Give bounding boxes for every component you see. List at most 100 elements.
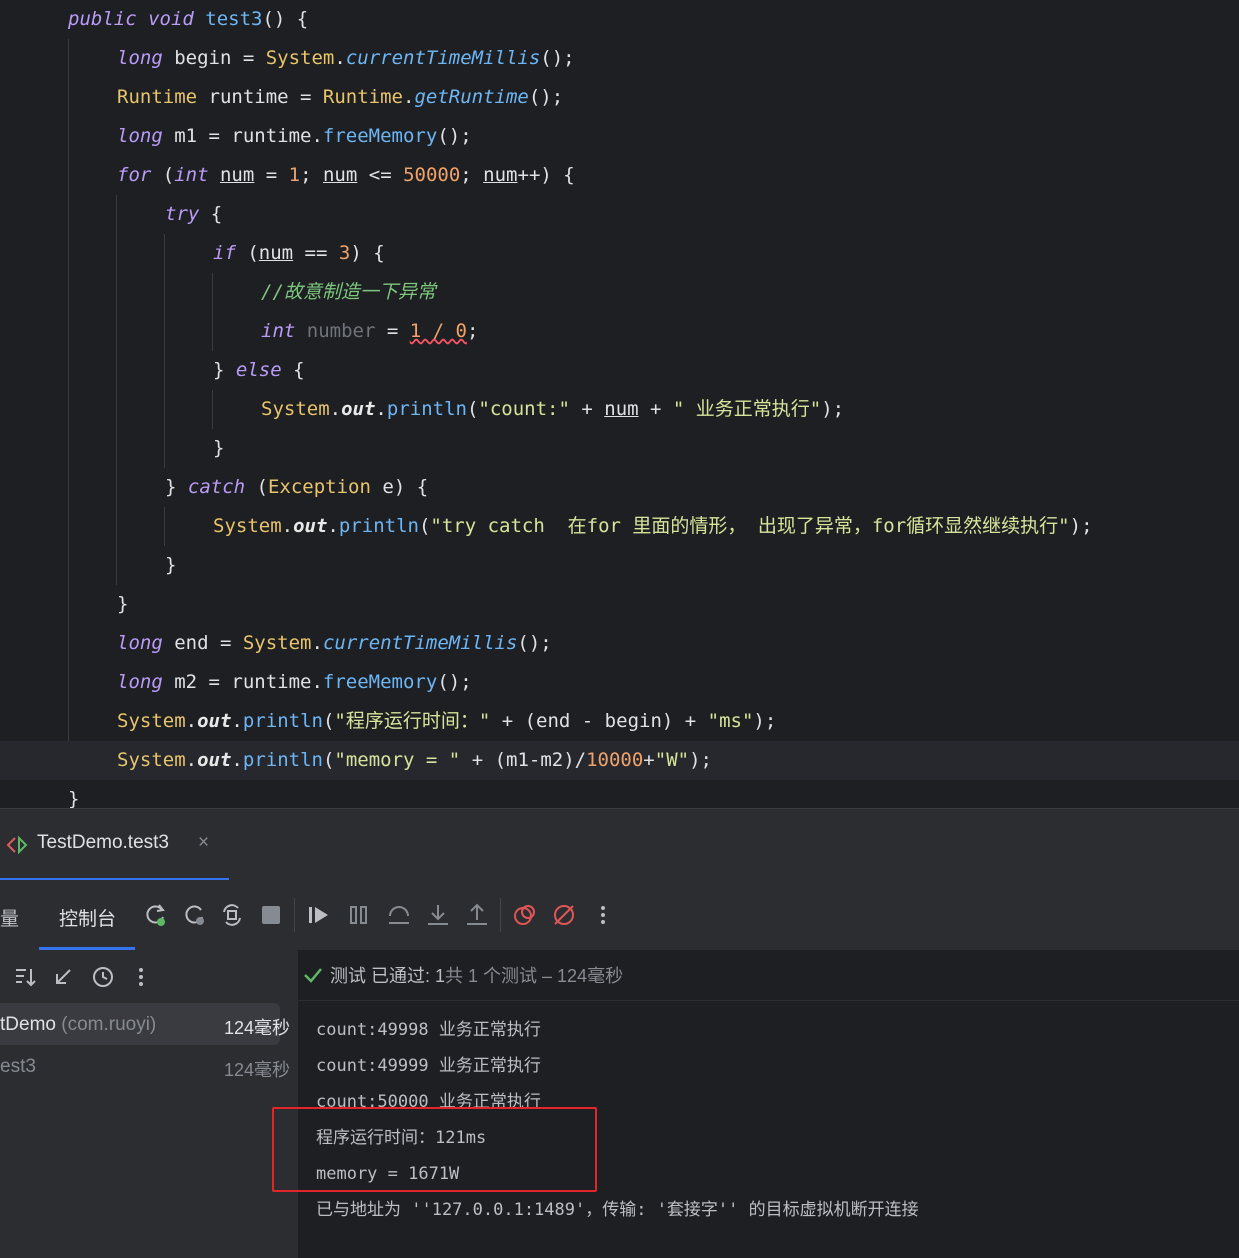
code-token: 10000 (586, 749, 644, 771)
code-token: ( (322, 710, 335, 732)
code-line[interactable]: } else { (0, 351, 1239, 390)
tree-item-class[interactable]: tDemo (com.ruoyi) 124毫秒 (0, 1003, 290, 1045)
code-token: } (213, 437, 225, 459)
code-line-text: public void test3() { (68, 0, 308, 39)
code-token: + (m1-m2)/ (460, 749, 587, 771)
run-tab[interactable]: TestDemo.test3 × (0, 809, 229, 880)
run-toolbar: 量 控制台 (0, 880, 1239, 950)
more-options-icon[interactable] (128, 964, 154, 990)
code-token: " 业务正常执行" (672, 398, 822, 420)
code-token: . (281, 515, 294, 537)
divider (298, 1000, 1239, 1001)
code-token: System (261, 398, 330, 420)
code-token: int (174, 164, 220, 186)
code-token: m1 = runtime. (174, 125, 323, 147)
mute-breakpoints-icon[interactable] (551, 902, 577, 928)
code-token: + (643, 749, 655, 771)
code-token: ; (460, 164, 484, 186)
code-token: 50000 (403, 164, 461, 186)
code-token: ); (689, 749, 712, 771)
console-output[interactable]: 测试 已通过: 1共 1 个测试 – 124毫秒 count:49998 业务正… (298, 950, 1239, 1258)
code-token: ) { (350, 242, 385, 264)
code-line[interactable]: try { (0, 195, 1239, 234)
code-line-text: if (num == 3) { (213, 234, 385, 273)
code-token: ); (1069, 515, 1093, 537)
code-token: (); (517, 632, 552, 654)
code-line[interactable]: long m2 = runtime.freeMemory(); (0, 663, 1239, 702)
code-line-text: } (165, 546, 176, 585)
code-line[interactable]: Runtime runtime = Runtime.getRuntime(); (0, 78, 1239, 117)
code-token: 1 / 0 (409, 320, 467, 342)
code-line[interactable]: } (0, 585, 1239, 624)
step-over-icon[interactable] (386, 902, 412, 928)
code-token: out (341, 398, 376, 420)
code-line[interactable]: long end = System.currentTimeMillis(); (0, 624, 1239, 663)
code-token: begin = (174, 47, 266, 69)
step-out-icon[interactable] (464, 902, 490, 928)
code-token: test3 (205, 8, 263, 30)
code-token: num (219, 164, 255, 186)
sort-icon[interactable] (12, 964, 38, 990)
code-line[interactable]: } (0, 780, 1239, 808)
code-token: int (261, 320, 307, 342)
code-line-text: long m2 = runtime.freeMemory(); (117, 663, 472, 702)
step-into-icon[interactable] (425, 902, 451, 928)
rerun-failed-icon[interactable] (181, 902, 207, 928)
annotation-highlight-box (272, 1107, 597, 1192)
code-token: ; (466, 320, 479, 342)
code-line[interactable]: System.out.println("try catch 在for 里面的情形… (0, 507, 1239, 546)
tab-variables[interactable]: 量 (0, 904, 19, 931)
more-options-icon[interactable] (590, 902, 616, 928)
tab-console[interactable]: 控制台 (39, 880, 135, 950)
code-token: out (197, 710, 232, 732)
collapse-icon[interactable] (50, 964, 76, 990)
code-line[interactable]: long m1 = runtime.freeMemory(); (0, 117, 1239, 156)
code-editor[interactable]: public void test3() {long begin = System… (0, 0, 1239, 808)
code-line[interactable]: } (0, 546, 1239, 585)
history-icon[interactable] (90, 964, 116, 990)
code-token: "memory = " (334, 749, 461, 771)
code-token: . (402, 86, 415, 108)
stop-icon[interactable] (258, 902, 284, 928)
code-token: try (165, 203, 211, 225)
code-line[interactable]: long begin = System.currentTimeMillis(); (0, 39, 1239, 78)
code-token: "ms" (707, 710, 754, 732)
code-token: System (242, 632, 312, 654)
code-line[interactable]: if (num == 3) { (0, 234, 1239, 273)
code-token: long (117, 632, 175, 654)
code-line-text: long end = System.currentTimeMillis(); (117, 624, 552, 663)
code-line[interactable]: int number = 1 / 0; (0, 312, 1239, 351)
check-icon (304, 968, 322, 983)
code-line[interactable]: } catch (Exception e) { (0, 468, 1239, 507)
code-line-text: System.out.println("memory = " + (m1-m2)… (117, 741, 712, 780)
code-token: . (185, 749, 198, 771)
code-line[interactable]: public void test3() { (0, 0, 1239, 39)
code-token: ( (247, 242, 259, 264)
tree-item-method[interactable]: est3 124毫秒 (0, 1045, 290, 1087)
view-breakpoints-icon[interactable] (512, 902, 538, 928)
code-line[interactable]: for (int num = 1; num <= 50000; num++) { (0, 156, 1239, 195)
rerun-icon[interactable] (142, 902, 168, 928)
code-line-text: System.out.println("count:" + num + " 业务… (261, 390, 844, 429)
code-line-text: long m1 = runtime.freeMemory(); (117, 117, 472, 156)
resume-icon[interactable] (306, 902, 332, 928)
code-line[interactable]: System.out.println("count:" + num + " 业务… (0, 390, 1239, 429)
code-line-text: for (int num = 1; num <= 50000; num++) { (117, 156, 575, 195)
code-line[interactable]: System.out.println("memory = " + (m1-m2)… (0, 741, 1239, 780)
code-token: . (327, 515, 339, 537)
code-token: + (end - begin) + (490, 710, 708, 732)
code-token: ); (821, 398, 845, 420)
code-line[interactable]: } (0, 429, 1239, 468)
code-token: currentTimeMillis (322, 632, 518, 654)
code-token: num (483, 164, 518, 186)
tree-item-label: tDemo (com.ruoyi) (0, 1014, 157, 1035)
code-token: println (242, 749, 323, 771)
code-token: "count:" (478, 398, 570, 420)
code-line-text: System.out.println("程序运行时间：" + (end - be… (117, 702, 776, 741)
code-line[interactable]: System.out.println("程序运行时间：" + (end - be… (0, 702, 1239, 741)
code-line[interactable]: //故意制造一下异常 (0, 273, 1239, 312)
toggle-auto-test-icon[interactable] (219, 902, 245, 928)
tree-item-duration: 124毫秒 (223, 1060, 290, 1080)
pause-icon[interactable] (346, 902, 372, 928)
close-icon[interactable]: × (198, 832, 209, 854)
